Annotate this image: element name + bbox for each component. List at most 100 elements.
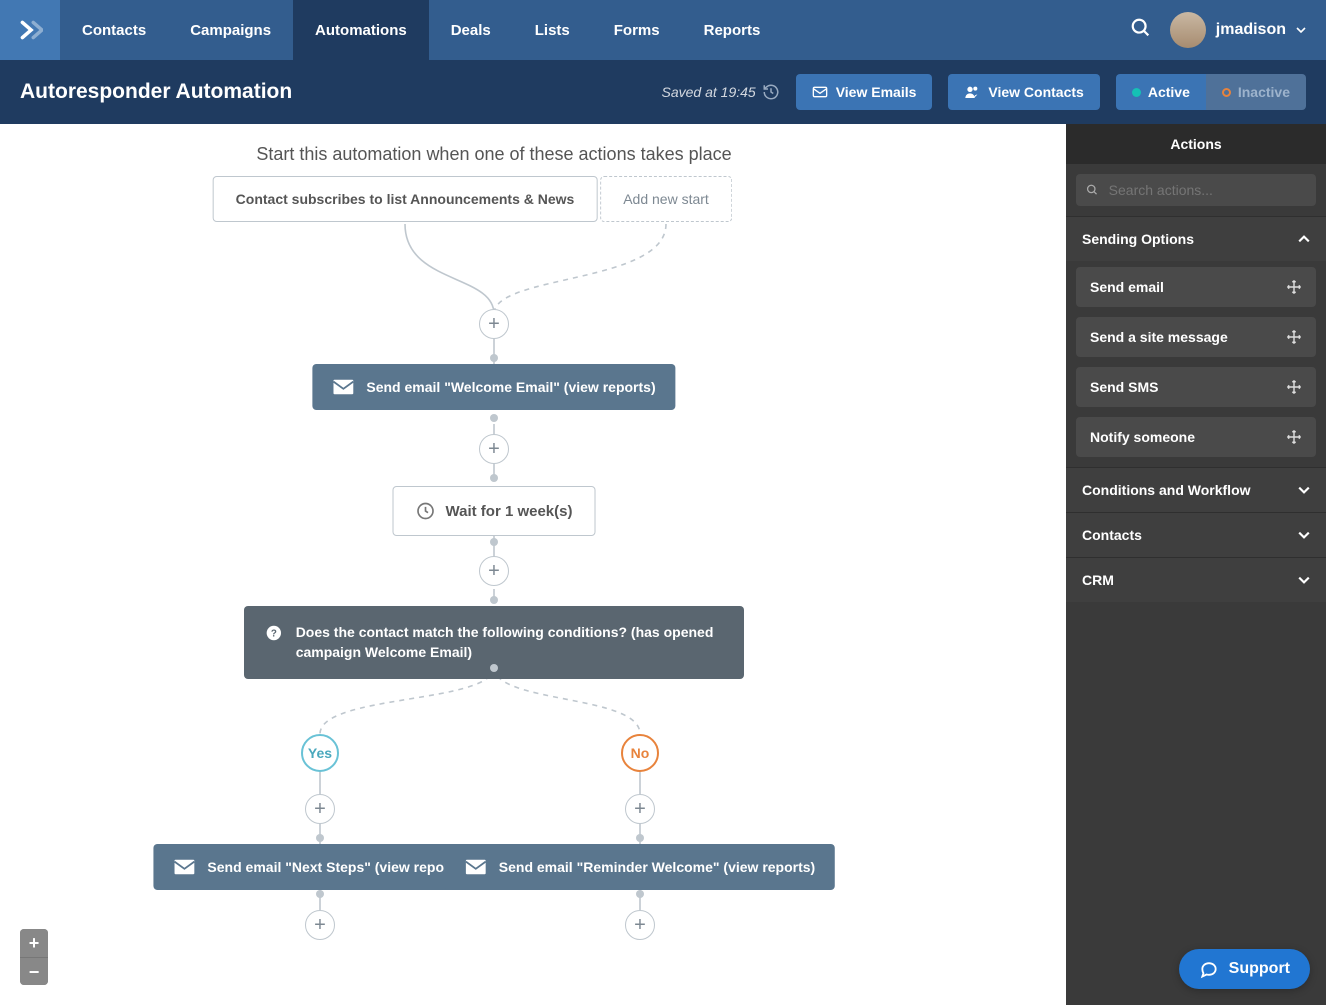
action-send-site-message[interactable]: Send a site message [1076, 317, 1316, 357]
nav-reports[interactable]: Reports [682, 0, 783, 60]
mail-icon [465, 858, 487, 876]
chevron-down-icon [1298, 574, 1310, 586]
section-contacts[interactable]: Contacts [1066, 512, 1326, 557]
nav-campaigns[interactable]: Campaigns [168, 0, 293, 60]
node-label: Wait for 1 week(s) [446, 503, 573, 520]
add-step-button[interactable]: + [479, 556, 509, 586]
view-emails-button[interactable]: View Emails [796, 74, 933, 110]
question-icon: ? [266, 622, 282, 644]
inactive-circle-icon [1222, 88, 1231, 97]
view-emails-label: View Emails [836, 84, 917, 100]
avatar [1170, 12, 1206, 48]
action-label: Send a site message [1090, 329, 1228, 345]
add-step-button[interactable]: + [625, 794, 655, 824]
move-icon [1286, 329, 1302, 345]
node-label: Send email "Welcome Email" (view reports… [366, 379, 655, 395]
zoom-controls: + − [20, 929, 48, 985]
action-label: Notify someone [1090, 429, 1195, 445]
connector-dot [316, 890, 324, 898]
svg-text:?: ? [271, 628, 277, 639]
chevron-down-icon [1296, 25, 1306, 35]
nav-automations[interactable]: Automations [293, 0, 429, 60]
page-title: Autoresponder Automation [20, 80, 646, 104]
app-logo[interactable] [0, 0, 60, 60]
add-step-button[interactable]: + [305, 910, 335, 940]
search-actions-input[interactable] [1107, 181, 1306, 199]
status-active[interactable]: Active [1116, 74, 1206, 110]
saved-status: Saved at 19:45 [662, 83, 780, 101]
connector-dot [316, 834, 324, 842]
search-actions[interactable] [1076, 174, 1316, 206]
section-label: Sending Options [1082, 231, 1194, 247]
nav-lists[interactable]: Lists [513, 0, 592, 60]
chevron-down-icon [1298, 529, 1310, 541]
add-step-button[interactable]: + [625, 910, 655, 940]
add-step-button[interactable]: + [479, 309, 509, 339]
connector-dot [490, 538, 498, 546]
add-step-button[interactable]: + [305, 794, 335, 824]
connector-dot [490, 414, 498, 422]
search-icon[interactable] [1130, 17, 1152, 44]
action-label: Send SMS [1090, 379, 1158, 395]
history-icon[interactable] [762, 83, 780, 101]
chevron-up-icon [1298, 233, 1310, 245]
zoom-out-button[interactable]: − [20, 957, 48, 985]
add-step-button[interactable]: + [479, 434, 509, 464]
user-label: jmadison [1216, 21, 1286, 39]
section-conditions-workflow[interactable]: Conditions and Workflow [1066, 467, 1326, 512]
section-crm[interactable]: CRM [1066, 557, 1326, 602]
send-reminder-welcome-node[interactable]: Send email "Reminder Welcome" (view repo… [445, 844, 835, 890]
nav-deals[interactable]: Deals [429, 0, 513, 60]
mail-icon [812, 85, 828, 99]
search-icon [1086, 183, 1099, 197]
send-next-steps-node[interactable]: Send email "Next Steps" (view reports) [153, 844, 486, 890]
branch-no[interactable]: No [621, 734, 659, 772]
clock-icon [416, 501, 436, 521]
support-label: Support [1229, 960, 1290, 978]
action-notify-someone[interactable]: Notify someone [1076, 417, 1316, 457]
connector-dot [490, 474, 498, 482]
view-contacts-button[interactable]: View Contacts [948, 74, 1099, 110]
start-instruction: Start this automation when one of these … [256, 144, 731, 165]
node-label: Send email "Next Steps" (view reports) [207, 859, 466, 875]
move-icon [1286, 429, 1302, 445]
automation-canvas[interactable]: Start this automation when one of these … [0, 124, 1066, 1005]
connector-dot [636, 890, 644, 898]
section-sending-options[interactable]: Sending Options [1066, 216, 1326, 261]
wait-node[interactable]: Wait for 1 week(s) [393, 486, 596, 536]
top-nav: Contacts Campaigns Automations Deals Lis… [60, 0, 782, 60]
support-button[interactable]: Support [1179, 949, 1310, 989]
node-label: Send email "Reminder Welcome" (view repo… [499, 859, 815, 875]
trigger-node[interactable]: Contact subscribes to list Announcements… [213, 176, 598, 222]
active-label: Active [1148, 84, 1190, 100]
contacts-icon [964, 84, 980, 100]
sidebar-title: Actions [1066, 124, 1326, 164]
send-welcome-email-node[interactable]: Send email "Welcome Email" (view reports… [312, 364, 675, 410]
status-toggle: Active Inactive [1116, 74, 1306, 110]
action-label: Send email [1090, 279, 1164, 295]
chevron-down-icon [1298, 484, 1310, 496]
actions-sidebar: Actions Sending Options Send email Send … [1066, 124, 1326, 1005]
add-start-node[interactable]: Add new start [600, 176, 732, 222]
connector-dot [490, 596, 498, 604]
status-inactive[interactable]: Inactive [1206, 74, 1306, 110]
nav-forms[interactable]: Forms [592, 0, 682, 60]
connector-dot [490, 354, 498, 362]
move-icon [1286, 279, 1302, 295]
move-icon [1286, 379, 1302, 395]
inactive-label: Inactive [1238, 84, 1290, 100]
action-send-email[interactable]: Send email [1076, 267, 1316, 307]
saved-text: Saved at 19:45 [662, 84, 756, 100]
nav-contacts[interactable]: Contacts [60, 0, 168, 60]
section-label: CRM [1082, 572, 1114, 588]
user-menu[interactable]: jmadison [1170, 12, 1306, 48]
mail-icon [173, 858, 195, 876]
connector-dot [490, 664, 498, 672]
branch-yes[interactable]: Yes [301, 734, 339, 772]
view-contacts-label: View Contacts [988, 84, 1083, 100]
action-send-sms[interactable]: Send SMS [1076, 367, 1316, 407]
zoom-in-button[interactable]: + [20, 929, 48, 957]
active-dot-icon [1132, 88, 1141, 97]
section-label: Conditions and Workflow [1082, 482, 1251, 498]
connector-dot [636, 834, 644, 842]
